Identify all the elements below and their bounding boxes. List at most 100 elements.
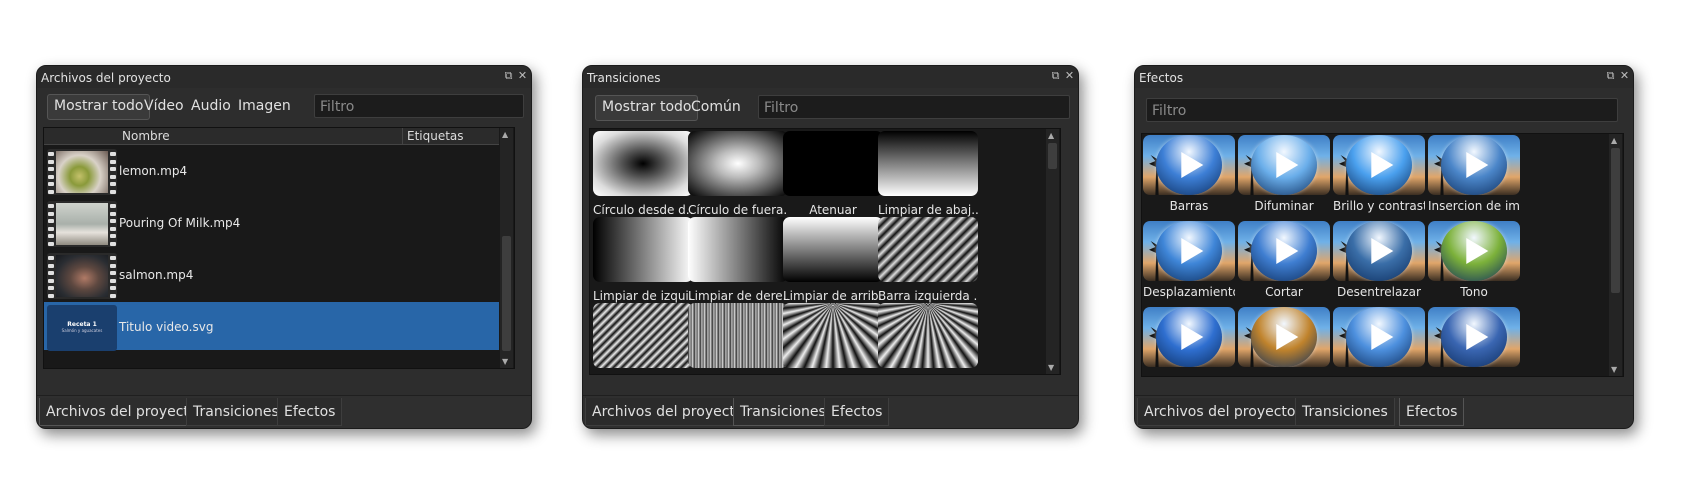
- effect-tile[interactable]: Tono: [1428, 221, 1528, 305]
- float-icon[interactable]: ⧉: [503, 70, 514, 81]
- effect-preview: [1333, 135, 1425, 195]
- show-all-button[interactable]: Mostrar todo: [595, 95, 699, 121]
- effect-preview: [1428, 221, 1520, 281]
- tab-project-files[interactable]: Archivos del proyecto: [39, 398, 205, 426]
- play-orb-icon: [1156, 307, 1222, 367]
- file-name: lemon.mp4: [119, 164, 188, 178]
- effect-tile[interactable]: Difuminar: [1238, 135, 1338, 219]
- scroll-up-icon[interactable]: ▲: [1611, 136, 1617, 145]
- filter-input[interactable]: Filtro: [758, 95, 1070, 119]
- image-filter-button[interactable]: Imagen: [232, 94, 297, 118]
- effect-label: Difuminar: [1254, 199, 1314, 213]
- scroll-up-icon[interactable]: ▲: [502, 130, 508, 139]
- vertical-scrollbar[interactable]: ▲ ▼: [500, 128, 513, 368]
- transition-tile[interactable]: [688, 303, 788, 387]
- scrollbar-handle[interactable]: [502, 236, 511, 351]
- file-row-selected[interactable]: Receta 1 Salmón y aguacates Titulo video…: [44, 302, 499, 351]
- film-perforation: [48, 271, 54, 275]
- column-tags[interactable]: Etiquetas: [402, 128, 464, 144]
- transition-preview: [878, 131, 978, 196]
- transition-tile[interactable]: Barra izquierda ...: [878, 217, 978, 303]
- play-orb-icon: [1346, 307, 1412, 367]
- effect-tile[interactable]: [1143, 307, 1243, 391]
- filter-input[interactable]: Filtro: [314, 94, 524, 118]
- film-perforation: [48, 278, 54, 283]
- column-name[interactable]: Nombre: [122, 128, 170, 144]
- float-icon[interactable]: ⧉: [1605, 70, 1616, 81]
- effect-preview: [1143, 221, 1235, 281]
- scroll-down-icon[interactable]: ▼: [502, 357, 508, 366]
- transition-tile[interactable]: Limpiar de dere...: [688, 217, 788, 303]
- transition-preview: [688, 217, 788, 282]
- close-icon[interactable]: ✕: [517, 70, 528, 81]
- tab-transitions[interactable]: Transiciones: [186, 398, 286, 426]
- play-orb-icon: [1346, 135, 1412, 195]
- panel-titlebar[interactable]: Archivos del proyecto ⧉ ✕: [37, 66, 531, 88]
- tab-effects[interactable]: Efectos: [277, 398, 343, 426]
- file-row[interactable]: Pouring Of Milk.mp4: [44, 198, 499, 250]
- effect-tile[interactable]: [1428, 307, 1528, 391]
- play-icon: [1466, 152, 1489, 178]
- play-icon: [1181, 152, 1204, 178]
- audio-filter-button[interactable]: Audio: [185, 94, 237, 118]
- transition-tile[interactable]: [783, 303, 883, 387]
- effect-tile[interactable]: Barras: [1143, 135, 1243, 219]
- transition-tile[interactable]: Limpiar de izqui...: [593, 217, 693, 303]
- scroll-down-icon[interactable]: ▼: [1048, 363, 1054, 372]
- effect-tile[interactable]: Desentrelazar: [1333, 221, 1433, 305]
- close-icon[interactable]: ✕: [1064, 70, 1075, 81]
- transition-tile[interactable]: [878, 303, 978, 387]
- effects-grid[interactable]: Barras Difuminar Brillo y contraste Inserci…: [1141, 133, 1624, 377]
- effect-tile[interactable]: Insercion de im...: [1428, 135, 1528, 219]
- close-icon[interactable]: ✕: [1619, 70, 1630, 81]
- scrollbar-handle[interactable]: [1611, 148, 1620, 293]
- transition-tile[interactable]: Círculo desde d...: [593, 131, 693, 217]
- film-perforation: [110, 234, 116, 238]
- scroll-down-icon[interactable]: ▼: [1611, 365, 1617, 374]
- filter-input[interactable]: Filtro: [1146, 98, 1618, 122]
- transition-tile[interactable]: Atenuar: [783, 131, 883, 217]
- transition-tile[interactable]: Círculo de fuera...: [688, 131, 788, 217]
- file-row[interactable]: lemon.mp4: [44, 146, 499, 198]
- scrollbar-handle[interactable]: [1048, 143, 1057, 169]
- list-header: Nombre Etiquetas: [44, 128, 499, 145]
- transition-tile[interactable]: [593, 303, 693, 387]
- panel-titlebar[interactable]: Efectos ⧉ ✕: [1135, 66, 1633, 88]
- effect-tile[interactable]: [1333, 307, 1433, 391]
- tab-project-files[interactable]: Archivos del proyecto: [1137, 398, 1303, 426]
- effect-tile[interactable]: Brillo y contraste: [1333, 135, 1433, 219]
- tab-effects[interactable]: Efectos: [824, 398, 890, 426]
- tab-transitions[interactable]: Transiciones: [1295, 398, 1395, 426]
- transition-preview: [783, 217, 883, 282]
- video-thumbnail: [47, 253, 117, 299]
- transition-label: Círculo de fuera...: [688, 203, 788, 217]
- scroll-up-icon[interactable]: ▲: [1048, 131, 1054, 140]
- panel-titlebar[interactable]: Transiciones ⧉ ✕: [583, 66, 1078, 88]
- common-filter-button[interactable]: Común: [685, 95, 747, 119]
- effect-tile[interactable]: Cortar: [1238, 221, 1338, 305]
- effect-tile[interactable]: [1238, 307, 1338, 391]
- vertical-scrollbar[interactable]: ▲ ▼: [1046, 129, 1059, 374]
- tab-effects[interactable]: Efectos: [1399, 398, 1465, 426]
- play-orb-icon: [1251, 221, 1317, 281]
- show-all-button[interactable]: Mostrar todo: [47, 94, 151, 120]
- tab-transitions[interactable]: Transiciones: [733, 398, 833, 426]
- film-perforation: [110, 256, 116, 260]
- project-files-panel: Archivos del proyecto ⧉ ✕ Mostrar todo V…: [36, 65, 532, 429]
- file-row[interactable]: salmon.mp4: [44, 250, 499, 302]
- vertical-scrollbar[interactable]: ▲ ▼: [1609, 134, 1622, 376]
- transitions-grid[interactable]: Círculo desde d... Círculo de fuera... Ate…: [589, 128, 1061, 375]
- video-filter-button[interactable]: Vídeo: [138, 94, 190, 118]
- film-perforation: [48, 234, 54, 238]
- panel-title: Transiciones: [587, 71, 661, 85]
- film-perforation: [110, 286, 116, 290]
- effect-tile[interactable]: Desplazamiento...: [1143, 221, 1243, 305]
- effect-preview: [1428, 307, 1520, 367]
- tab-project-files[interactable]: Archivos del proyecto: [585, 398, 751, 426]
- transition-tile[interactable]: Limpiar de arrib...: [783, 217, 883, 303]
- transition-tile[interactable]: Limpiar de abaj...: [878, 131, 978, 217]
- effect-preview: [1238, 221, 1330, 281]
- project-files-list[interactable]: Nombre Etiquetas lemon.mp4 Pouring Of Mi…: [43, 127, 515, 369]
- panel-tab-bar: Archivos del proyecto Transiciones Efect…: [37, 395, 531, 428]
- float-icon[interactable]: ⧉: [1050, 70, 1061, 81]
